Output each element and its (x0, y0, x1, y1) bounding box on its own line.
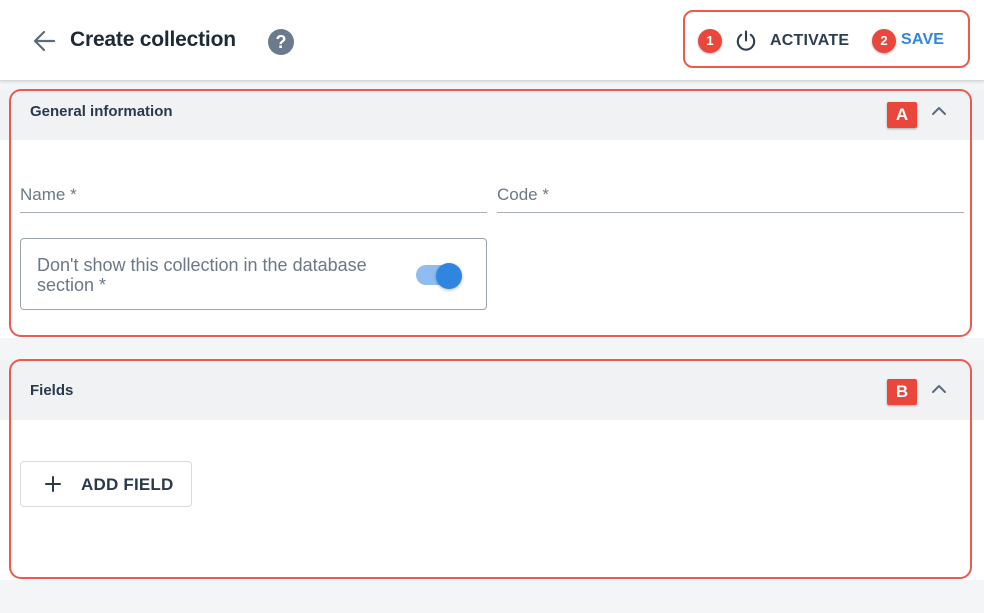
annotation-badge-a: A (887, 102, 917, 128)
add-field-label: ADD FIELD (81, 475, 174, 494)
code-field-underline (497, 212, 964, 213)
name-field[interactable] (20, 183, 489, 211)
annotation-badge-b: B (887, 379, 917, 405)
top-bar: Create collection ? 1 ACTIVATE 2 SAVE (0, 0, 984, 81)
annotation-frame-actions (683, 10, 970, 68)
hide-in-database-label: Don't show this collection in the databa… (37, 255, 367, 295)
name-field-underline (20, 212, 487, 213)
section-title-general: General information (30, 103, 173, 120)
section-title-fields: Fields (30, 382, 74, 399)
plus-icon (45, 476, 61, 492)
general-information-header[interactable]: General information A (0, 90, 984, 140)
hide-in-database-toggle-card[interactable]: Don't show this collection in the databa… (20, 238, 487, 310)
hide-in-database-switch-knob[interactable] (436, 263, 462, 289)
fields-header[interactable]: Fields B (0, 360, 984, 420)
arrow-left-icon (33, 30, 56, 52)
page-title: Create collection (70, 28, 236, 51)
back-button[interactable] (30, 27, 60, 55)
chevron-up-icon[interactable] (929, 382, 949, 396)
add-field-button[interactable]: ADD FIELD (20, 461, 192, 507)
code-field[interactable] (497, 183, 966, 211)
help-circle-icon[interactable]: ? (268, 29, 294, 55)
chevron-up-icon[interactable] (929, 104, 949, 118)
